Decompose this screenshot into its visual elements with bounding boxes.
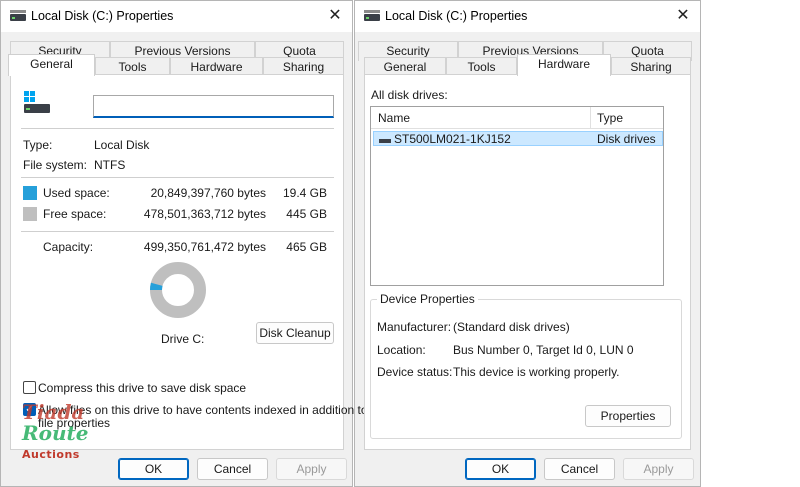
free-space-label: Free space: [43, 207, 107, 221]
device-properties-title: Device Properties [377, 292, 478, 306]
used-space-label: Used space: [43, 186, 110, 200]
free-space-ring [150, 262, 206, 318]
drive-name: ST500LM021-1KJ152 [394, 132, 511, 146]
close-icon[interactable]: ✕ [674, 6, 692, 26]
column-type-header[interactable]: Type [597, 111, 623, 125]
compress-checkbox[interactable] [23, 381, 36, 394]
properties-button[interactable]: Properties [585, 405, 671, 427]
index-label: Allow files on this drive to have conten… [38, 403, 368, 417]
device-properties-group: Device Properties Manufacturer: (Standar… [370, 292, 682, 439]
disk-icon [379, 139, 391, 143]
disk-drives-list[interactable]: Name Type ST500LM021-1KJ152 Disk drives [370, 106, 664, 286]
free-space-swatch [23, 207, 37, 221]
drive-name-input[interactable] [93, 95, 334, 118]
disk-usage-donut-chart [150, 262, 206, 318]
used-space-swatch [23, 186, 37, 200]
type-value: Local Disk [94, 138, 150, 152]
capacity-label: Capacity: [43, 240, 94, 254]
used-space-gb: 19.4 GB [282, 186, 327, 200]
free-space-bytes: 478,501,363,712 bytes [143, 207, 266, 221]
location-value: Bus Number 0, Target Id 0, LUN 0 [453, 343, 634, 357]
file-system-label: File system: [23, 158, 88, 172]
title-bar[interactable]: Local Disk (C:) Properties ✕ [1, 1, 352, 32]
window-title: Local Disk (C:) Properties [31, 9, 174, 23]
divider [21, 128, 334, 129]
hard-drive-icon [24, 91, 50, 113]
used-space-bytes: 20,849,397,760 bytes [150, 186, 266, 200]
ok-button[interactable]: OK [465, 458, 536, 480]
list-header: Name Type [371, 107, 663, 129]
device-status-label: Device status: [377, 365, 453, 379]
index-label-line2: file properties [38, 416, 111, 430]
tab-general[interactable]: General [8, 54, 95, 76]
cancel-button[interactable]: Cancel [544, 458, 615, 480]
capacity-gb: 465 GB [286, 240, 327, 254]
apply-button[interactable]: Apply [623, 458, 694, 480]
manufacturer-label: Manufacturer: [377, 320, 452, 334]
manufacturer-value: (Standard disk drives) [453, 320, 570, 334]
file-system-value: NTFS [94, 158, 126, 172]
title-bar[interactable]: Local Disk (C:) Properties ✕ [355, 1, 700, 32]
properties-dialog-hardware: Local Disk (C:) Properties ✕ Security Pr… [354, 0, 701, 487]
cancel-button[interactable]: Cancel [197, 458, 268, 480]
disk-cleanup-button[interactable]: Disk Cleanup [256, 322, 334, 344]
device-status-value: This device is working properly. [453, 365, 620, 379]
drive-label: Drive C: [161, 332, 205, 346]
drive-icon [364, 10, 380, 21]
general-tab-panel: Type: Local Disk File system: NTFS Used … [10, 74, 368, 450]
column-name-header[interactable]: Name [378, 111, 410, 125]
close-icon[interactable]: ✕ [326, 6, 344, 26]
compress-label: Compress this drive to save disk space [38, 381, 247, 395]
divider [21, 177, 334, 178]
type-label: Type: [23, 138, 53, 152]
index-checkbox[interactable]: ✓ [23, 403, 36, 416]
list-item[interactable]: ST500LM021-1KJ152 Disk drives [373, 131, 663, 146]
drive-type: Disk drives [597, 132, 656, 146]
window-title: Local Disk (C:) Properties [385, 9, 528, 23]
location-label: Location: [377, 343, 426, 357]
properties-dialog-general: Local Disk (C:) Properties ✕ Security Pr… [0, 0, 368, 487]
tab-hardware[interactable]: Hardware [517, 54, 611, 76]
ok-button[interactable]: OK [118, 458, 189, 480]
divider [21, 231, 334, 232]
hardware-tab-panel: All disk drives: Name Type ST500LM021-1K… [364, 74, 691, 450]
all-disk-drives-label: All disk drives: [371, 88, 448, 102]
capacity-bytes: 499,350,761,472 bytes [143, 240, 266, 254]
drive-icon [10, 10, 26, 21]
free-space-gb: 445 GB [286, 207, 327, 221]
apply-button[interactable]: Apply [276, 458, 347, 480]
